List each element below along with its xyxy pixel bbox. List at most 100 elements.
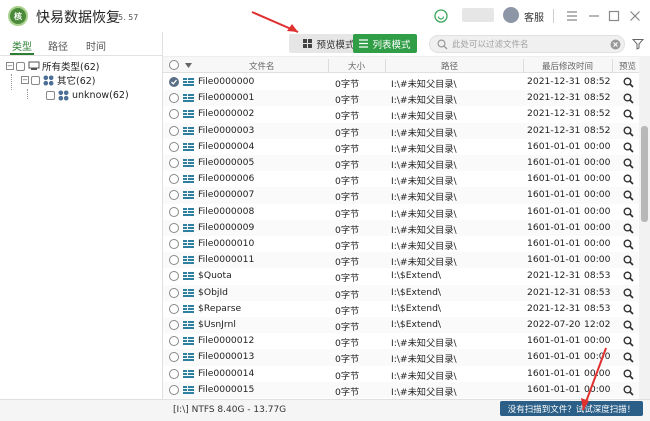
preview-icon[interactable] (623, 271, 634, 283)
list-mode-button[interactable]: 列表模式 (353, 34, 417, 53)
modified-time: 08:53 (584, 302, 611, 314)
table-row[interactable]: $Reparse 0字节 I:\$Extend\ 2021-12-31 08:53 (163, 301, 639, 317)
tree-checkbox[interactable] (16, 61, 25, 71)
tree-item-other[interactable]: − 其它(62) (21, 73, 96, 87)
preview-icon[interactable] (623, 174, 634, 185)
table-row[interactable]: File0000013 0字节 I:\#未知父目录\ 1601-01-01 00:00 (163, 349, 639, 366)
modified-time: 00:00 (584, 140, 611, 152)
row-checkbox[interactable] (169, 158, 179, 168)
avatar[interactable] (503, 7, 519, 23)
lock-icon[interactable] (434, 9, 448, 23)
row-checkbox[interactable] (169, 303, 179, 314)
table-row[interactable]: $ObjId 0字节 I:\$Extend\ 2021-12-31 08:53 (163, 284, 639, 301)
preview-icon[interactable] (623, 320, 634, 331)
row-checkbox[interactable] (169, 141, 179, 152)
preview-icon[interactable] (623, 142, 634, 153)
row-checkbox[interactable] (169, 125, 179, 136)
col-size[interactable]: 大小 (348, 60, 365, 72)
minimize-icon[interactable] (587, 9, 601, 23)
preview-icon[interactable] (623, 385, 634, 396)
file-icon (183, 304, 194, 313)
table-row[interactable]: File0000007 0字节 I:\#未知父目录\ 1601-01-01 00:00 (163, 187, 639, 204)
table-row[interactable]: File0000005 0字节 I:\#未知父目录\ 1601-01-01 00:00 (163, 155, 639, 172)
deep-scan-button[interactable]: 没有扫描到文件？试试深度扫描！ (500, 401, 643, 416)
tab-path[interactable]: 路径 (48, 38, 68, 53)
preview-icon[interactable] (623, 239, 634, 250)
row-checkbox[interactable] (169, 109, 179, 120)
tree-checkbox[interactable] (46, 90, 55, 100)
table-row[interactable]: File0000011 0字节 I:\#未知父目录\ 1601-01-01 00:00 (163, 252, 639, 269)
row-checkbox[interactable] (169, 77, 179, 87)
preview-icon[interactable] (623, 352, 634, 364)
table-row[interactable]: File0000010 0字节 I:\#未知父目录\ 1601-01-01 00:00 (163, 236, 639, 252)
table-row[interactable]: File0000014 0字节 I:\#未知父目录\ 1601-01-01 00:00 (163, 366, 639, 382)
clear-icon[interactable] (610, 39, 621, 50)
col-path[interactable]: 路径 (441, 60, 458, 72)
row-checkbox[interactable] (169, 271, 179, 282)
preview-icon[interactable] (623, 288, 634, 299)
table-row[interactable]: File0000003 0字节 I:\#未知父目录\ 2021-12-31 08:52 (163, 122, 639, 139)
table-row[interactable]: File0000012 0字节 I:\#未知父目录\ 1601-01-01 00:00 (163, 333, 639, 349)
tree-item-all-types[interactable]: − 所有类型(62) (6, 59, 100, 73)
chevron-down-icon[interactable] (185, 63, 192, 68)
table-row[interactable]: File0000004 0字节 I:\#未知父目录\ 1601-01-01 00:00 (163, 139, 639, 155)
row-checkbox[interactable] (169, 93, 179, 104)
row-checkbox[interactable] (169, 287, 179, 298)
table-row[interactable]: $UsnJrnl 0字节 I:\$Extend\ 2022-07-20 12:02 (163, 317, 639, 334)
table-row[interactable]: File0000000 0字节 I:\#未知父目录\ 2021-12-31 08:52 (163, 74, 639, 90)
row-checkbox[interactable] (169, 320, 179, 330)
preview-icon[interactable] (623, 304, 634, 315)
preview-icon[interactable] (623, 190, 634, 202)
vertical-scrollbar[interactable] (639, 56, 650, 402)
select-all-checkbox[interactable] (169, 60, 179, 70)
tab-time[interactable]: 时间 (86, 38, 106, 53)
close-icon[interactable] (628, 9, 642, 23)
preview-icon[interactable] (623, 223, 634, 234)
scrollbar-thumb[interactable] (641, 126, 648, 222)
divider (553, 9, 554, 23)
table-row[interactable]: File0000001 0字节 I:\#未知父目录\ 2021-12-31 08:52 (163, 90, 639, 107)
row-checkbox[interactable] (169, 190, 179, 201)
row-checkbox[interactable] (169, 368, 179, 379)
preview-icon[interactable] (623, 109, 634, 121)
table-row[interactable]: $Quota 0字节 I:\$Extend\ 2021-12-31 08:53 (163, 268, 639, 284)
preview-icon[interactable] (623, 93, 634, 104)
tree-checkbox[interactable] (31, 75, 40, 85)
col-filename[interactable]: 文件名 (249, 60, 275, 72)
preview-icon[interactable] (623, 126, 634, 137)
file-path: I:\$Extend\ (391, 286, 441, 298)
table-row[interactable]: File0000002 0字节 I:\#未知父目录\ 2021-12-31 08:52 (163, 106, 639, 122)
row-checkbox[interactable] (169, 384, 179, 395)
preview-icon[interactable] (623, 255, 634, 266)
col-modified[interactable]: 最后修改时间 (542, 60, 593, 72)
search-input[interactable] (452, 38, 602, 51)
row-checkbox[interactable] (169, 336, 179, 347)
row-checkbox[interactable] (169, 174, 179, 185)
row-checkbox[interactable] (169, 206, 179, 217)
row-checkbox[interactable] (169, 222, 179, 233)
menu-icon[interactable] (565, 9, 579, 23)
row-checkbox[interactable] (169, 255, 179, 266)
table-row[interactable]: File0000008 0字节 I:\#未知父目录\ 1601-01-01 00:00 (163, 204, 639, 220)
tab-type[interactable]: 类型 (12, 38, 32, 53)
preview-icon[interactable] (623, 158, 634, 169)
tree-item-unknow[interactable]: unknow(62) (46, 88, 129, 102)
search-box[interactable] (429, 35, 625, 53)
table-row[interactable]: File0000009 0字节 I:\#未知父目录\ 1601-01-01 00:00 (163, 219, 639, 236)
tree-label: unknow(62) (72, 89, 129, 101)
service-button[interactable]: 客服 (524, 9, 544, 24)
row-checkbox[interactable] (169, 239, 179, 249)
table-row[interactable]: File0000015 0字节 I:\#未知父目录\ 1601-01-01 00:00 (163, 381, 639, 398)
preview-icon[interactable] (623, 369, 634, 380)
preview-icon[interactable] (623, 336, 634, 347)
collapse-toggle[interactable]: − (6, 62, 14, 70)
collapse-toggle[interactable]: − (21, 76, 29, 84)
column-divider (523, 59, 524, 72)
row-checkbox[interactable] (169, 352, 179, 363)
preview-icon[interactable] (623, 77, 634, 88)
filter-icon[interactable] (632, 38, 644, 50)
preview-icon[interactable] (623, 207, 634, 218)
table-row[interactable]: File0000006 0字节 I:\#未知父目录\ 1601-01-01 00:00 (163, 171, 639, 187)
file-path: I:\$Extend\ (391, 270, 441, 282)
maximize-icon[interactable] (607, 9, 621, 23)
